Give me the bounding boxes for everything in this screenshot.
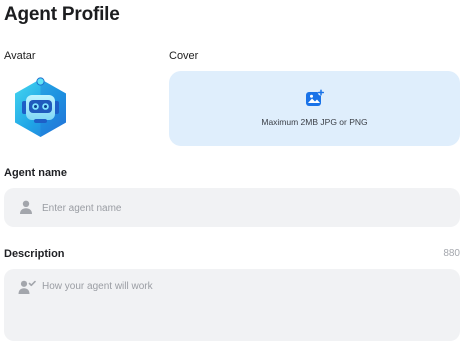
description-input[interactable] xyxy=(42,281,442,331)
robot-avatar-icon xyxy=(15,77,66,137)
image-upload-icon xyxy=(306,89,325,106)
agent-name-input[interactable] xyxy=(42,200,442,216)
avatar-label: Avatar xyxy=(4,50,36,62)
cover-hint: Maximum 2MB JPG or PNG xyxy=(261,117,368,127)
agent-name-field[interactable] xyxy=(4,188,460,227)
avatar-picker[interactable] xyxy=(10,74,71,142)
agent-name-label: Agent name xyxy=(4,167,67,179)
agent-profile-page: Agent Profile Avatar Cover Maximum 2MB J… xyxy=(0,0,466,355)
cover-label: Cover xyxy=(169,50,199,62)
description-label: Description xyxy=(4,248,65,260)
cover-upload[interactable]: Maximum 2MB JPG or PNG xyxy=(169,71,460,146)
page-title: Agent Profile xyxy=(4,4,120,25)
user-icon xyxy=(20,200,32,214)
description-field[interactable] xyxy=(4,269,460,341)
description-char-counter: 880 xyxy=(443,248,460,259)
user-check-icon xyxy=(18,280,36,294)
